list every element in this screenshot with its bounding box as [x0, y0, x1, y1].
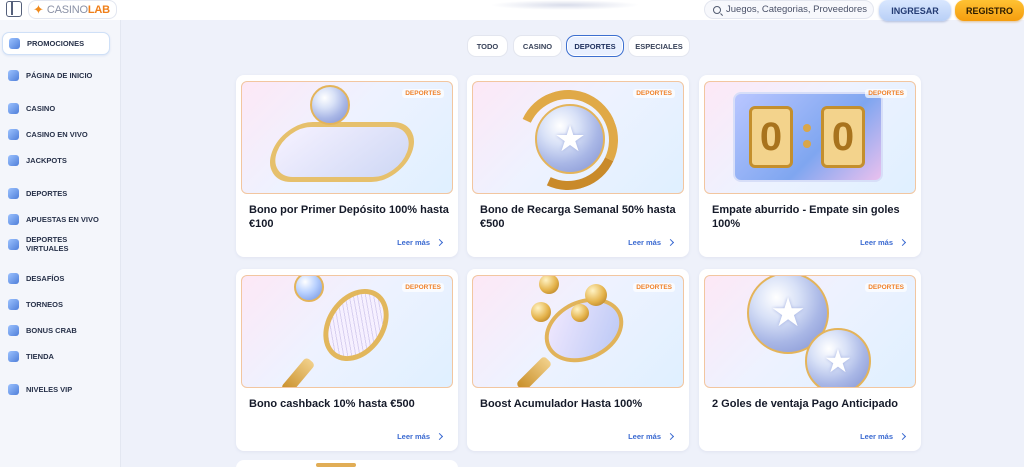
- promo-card[interactable]: ★ DEPORTES Bono de Recarga Semanal 50% h…: [467, 75, 689, 257]
- score-away: 0: [821, 106, 865, 168]
- promo-title: Bono cashback 10% hasta €500: [249, 398, 415, 410]
- search-placeholder: Juegos, Categorias, Proveedores: [726, 4, 867, 15]
- promo-card-partial[interactable]: [236, 460, 458, 467]
- soccer-ball-icon: [310, 85, 350, 125]
- scoreboard-frame: 0 0: [733, 92, 883, 182]
- promo-image-two-balls: ★ ★ DEPORTES: [704, 275, 916, 388]
- top-header: ✦ CASINOLAB Juegos, Categorias, Proveedo…: [0, 0, 1024, 21]
- chevron-right-icon: [666, 238, 675, 247]
- promo-title: Boost Acumulador Hasta 100%: [480, 398, 643, 410]
- tab-especiales[interactable]: ESPECIALES: [628, 35, 690, 57]
- chevron-right-icon: [435, 432, 444, 441]
- promo-title: 2 Goles de ventaja Pago Anticipado: [712, 398, 899, 410]
- sidebar-item-desafios[interactable]: DESAFÍOS: [2, 273, 110, 284]
- sidebar-item-bonus-crab[interactable]: BONUS CRAB: [2, 325, 110, 336]
- chevron-right-icon: [898, 432, 907, 441]
- paddle-handle: [515, 355, 553, 387]
- live-bets-icon: [8, 214, 19, 225]
- sports-icon: [8, 188, 19, 199]
- promo-title: Empate aburrido - Empate sin goles 100%: [712, 204, 900, 230]
- challenges-icon: [8, 273, 19, 284]
- star-logo-icon: ✦: [33, 2, 44, 17]
- promo-image-scoreboard: 0 0 DEPORTES: [704, 81, 916, 194]
- category-badge: DEPORTES: [633, 89, 675, 98]
- read-more-link[interactable]: Leer más: [628, 238, 675, 247]
- promo-title: Bono de Recarga Semanal 50% hasta €500: [480, 204, 676, 230]
- read-more-link[interactable]: Leer más: [628, 432, 675, 441]
- category-badge: DEPORTES: [865, 89, 907, 98]
- promo-card[interactable]: DEPORTES Boost Acumulador Hasta 100% Lee…: [467, 269, 689, 451]
- read-more-link[interactable]: Leer más: [860, 432, 907, 441]
- search-input[interactable]: Juegos, Categorias, Proveedores: [704, 0, 874, 19]
- live-camera-icon: [8, 129, 19, 140]
- chevron-right-icon: [666, 432, 675, 441]
- promo-title: Bono por Primer Depósito 100% hasta €100: [249, 204, 449, 230]
- shop-icon: [8, 351, 19, 362]
- sidebar-item-promociones[interactable]: PROMOCIONES: [2, 32, 110, 55]
- star-ball-icon: ★: [805, 328, 871, 387]
- sidebar-item-torneos[interactable]: TORNEOS: [2, 299, 110, 310]
- promo-image-pingpong: DEPORTES: [472, 275, 684, 388]
- logo-text: CASINOLAB: [46, 3, 110, 16]
- register-button[interactable]: REGISTRO: [955, 0, 1024, 21]
- sidebar-item-apuestas-en-vivo[interactable]: APUESTAS EN VIVO: [2, 214, 110, 225]
- home-icon: [8, 70, 19, 81]
- tab-todo[interactable]: TODO: [467, 35, 508, 57]
- chevron-right-icon: [898, 238, 907, 247]
- score-home: 0: [749, 106, 793, 168]
- gift-icon: [9, 38, 20, 49]
- jackpot-icon: [8, 155, 19, 166]
- header-decoration: [490, 0, 640, 10]
- category-badge: DEPORTES: [865, 283, 907, 292]
- pingpong-ball-icon: [585, 284, 607, 306]
- star-ball-icon: ★: [535, 104, 605, 174]
- pingpong-ball-icon: [539, 276, 559, 294]
- casinolab-logo[interactable]: ✦ CASINOLAB: [28, 0, 117, 19]
- sidebar: PROMOCIONES PÁGINA DE INICIO CASINO CASI…: [0, 20, 121, 467]
- login-button[interactable]: INGRESAR: [879, 0, 951, 21]
- sidebar-item-tienda[interactable]: TIENDA: [2, 351, 110, 362]
- pingpong-ball-icon: [571, 304, 589, 322]
- trophy-icon: [8, 299, 19, 310]
- virtual-sports-icon: [8, 238, 19, 250]
- read-more-link[interactable]: Leer más: [397, 238, 444, 247]
- promo-card[interactable]: 0 0 DEPORTES Empate aburrido - Empate si…: [699, 75, 921, 257]
- sidebar-toggle-icon[interactable]: [6, 1, 22, 17]
- promo-image-stadium: DEPORTES: [241, 81, 453, 194]
- promo-card[interactable]: DEPORTES Bono cashback 10% hasta €500 Le…: [236, 269, 458, 451]
- racket-head: [309, 276, 403, 374]
- racket-handle: [280, 356, 316, 387]
- tennis-ball-icon: [294, 276, 324, 302]
- sidebar-item-deportes[interactable]: DEPORTES: [2, 188, 110, 199]
- sidebar-item-casino[interactable]: CASINO: [2, 103, 110, 114]
- category-badge: DEPORTES: [402, 283, 444, 292]
- search-icon: [713, 5, 721, 14]
- sidebar-item-casino-en-vivo[interactable]: CASINO EN VIVO: [2, 129, 110, 140]
- casino-chip-icon: [8, 103, 19, 114]
- read-more-link[interactable]: Leer más: [860, 238, 907, 247]
- stadium-shape: [261, 122, 423, 182]
- category-badge: DEPORTES: [402, 89, 444, 98]
- score-colon-dot: [803, 140, 811, 148]
- sidebar-item-niveles-vip[interactable]: NIVELES VIP: [2, 384, 110, 395]
- sidebar-item-deportes-virtuales[interactable]: DEPORTES VIRTUALES: [2, 235, 82, 254]
- tab-deportes[interactable]: DEPORTES: [566, 35, 624, 57]
- crown-icon: [8, 384, 19, 395]
- chevron-right-icon: [435, 238, 444, 247]
- promo-card[interactable]: DEPORTES Bono por Primer Depósito 100% h…: [236, 75, 458, 257]
- crab-icon: [8, 325, 19, 336]
- category-badge: DEPORTES: [633, 283, 675, 292]
- sidebar-item-inicio[interactable]: PÁGINA DE INICIO: [2, 70, 110, 81]
- read-more-link[interactable]: Leer más: [397, 432, 444, 441]
- sidebar-item-jackpots[interactable]: JACKPOTS: [2, 155, 110, 166]
- pingpong-ball-icon: [531, 302, 551, 322]
- promo-card[interactable]: ★ ★ DEPORTES 2 Goles de ventaja Pago Ant…: [699, 269, 921, 451]
- tab-casino[interactable]: CASINO: [513, 35, 562, 57]
- score-colon-dot: [803, 124, 811, 132]
- promo-image-tennis: DEPORTES: [241, 275, 453, 388]
- promo-image-reload: ★ DEPORTES: [472, 81, 684, 194]
